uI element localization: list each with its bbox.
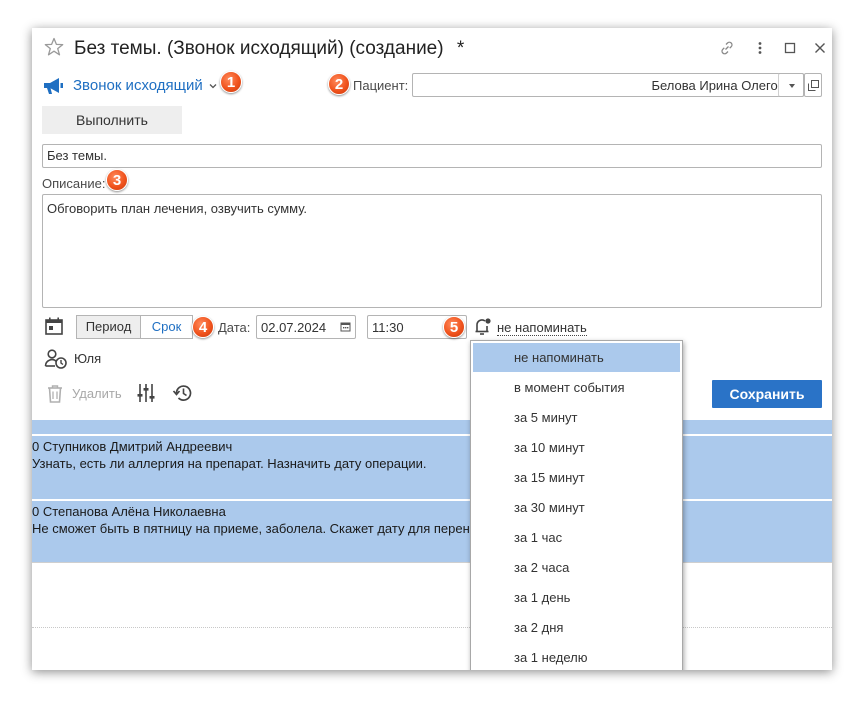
settings-sliders-icon[interactable]	[136, 383, 156, 403]
reminder-bell-icon[interactable]	[473, 316, 493, 336]
patient-dropdown-button[interactable]	[778, 73, 804, 97]
open-window-icon	[808, 80, 819, 91]
time-value: 11:30	[372, 320, 404, 335]
patient-open-button[interactable]	[804, 73, 822, 97]
maximize-icon[interactable]	[782, 40, 798, 56]
call-type-label: Звонок исходящий	[73, 77, 203, 94]
description-value: Обговорить план лечения, озвучить сумму.	[47, 201, 308, 216]
save-button[interactable]: Сохранить	[712, 380, 822, 408]
more-menu-icon[interactable]	[752, 40, 768, 56]
reminder-option[interactable]: за 1 неделю	[473, 643, 680, 670]
delete-button[interactable]: Удалить	[72, 386, 122, 401]
list-row-edge	[32, 420, 832, 434]
callout-badge-1: 1	[220, 71, 242, 93]
callout-badge-5: 5	[443, 316, 465, 338]
description-textarea[interactable]: Обговорить план лечения, озвучить сумму.	[42, 194, 822, 308]
reminder-option[interactable]: за 30 минут	[473, 493, 680, 522]
reminder-option[interactable]: за 1 час	[473, 523, 680, 552]
reminder-option[interactable]: за 2 часа	[473, 553, 680, 582]
deadline-button[interactable]: Срок	[141, 315, 193, 339]
reminder-option[interactable]: за 15 минут	[473, 463, 680, 492]
subject-input[interactable]: Без темы.	[42, 144, 822, 168]
responsible-user[interactable]: Юля	[74, 351, 101, 366]
callout-badge-4: 4	[192, 316, 214, 338]
chevron-down-icon[interactable]	[208, 81, 218, 91]
date-value: 02.07.2024	[261, 320, 327, 335]
patient-value: Белова Ирина Олеговна	[651, 78, 799, 93]
date-picker-icon[interactable]	[340, 321, 351, 332]
reminder-option[interactable]: за 5 минут	[473, 403, 680, 432]
callout-badge-2: 2	[328, 73, 350, 95]
modified-mark: *	[456, 38, 465, 59]
patient-label: Пациент:	[353, 78, 409, 93]
favorite-star-icon[interactable]	[44, 37, 64, 57]
list-item-text: Узнать, есть ли аллергия на препарат. На…	[32, 456, 427, 471]
list-item[interactable]: 0 Ступников Дмитрий Андреевич Узнать, ес…	[32, 436, 832, 499]
row-divider	[32, 562, 832, 563]
list-item-text: Не сможет быть в пятницу на приеме, забо…	[32, 521, 484, 536]
window-title: Без темы. (Звонок исходящий) (создание) …	[74, 38, 464, 60]
callout-badge-3: 3	[106, 169, 128, 191]
reminder-option[interactable]: за 10 минут	[473, 433, 680, 462]
row-divider	[32, 627, 832, 628]
subject-value: Без темы.	[47, 148, 107, 163]
date-label: Дата:	[218, 320, 251, 335]
list-item-title: 0 Степанова Алёна Николаевна	[32, 504, 226, 519]
patient-field[interactable]: Белова Ирина Олеговна	[412, 73, 804, 97]
reminder-option[interactable]: в момент события	[473, 373, 680, 402]
history-icon[interactable]	[172, 383, 194, 403]
related-list: 0 Ступников Дмитрий Андреевич Узнать, ес…	[32, 420, 832, 670]
link-icon[interactable]	[719, 40, 735, 56]
call-type-selector[interactable]: Звонок исходящий	[73, 77, 203, 94]
reminder-selector[interactable]: не напоминать	[497, 320, 587, 336]
reminder-dropdown: не напоминать в момент события за 5 мину…	[470, 340, 683, 670]
reminder-option[interactable]: не напоминать	[473, 343, 680, 372]
calendar-icon[interactable]	[44, 316, 64, 336]
list-item[interactable]: 0 Степанова Алёна Николаевна Не сможет б…	[32, 501, 832, 562]
user-clock-icon[interactable]	[44, 348, 68, 370]
reminder-option[interactable]: за 2 дня	[473, 613, 680, 642]
window-title-text: Без темы. (Звонок исходящий) (создание)	[74, 38, 444, 59]
reminder-value: не напоминать	[497, 320, 587, 335]
reminder-option[interactable]: за 1 день	[473, 583, 680, 612]
execute-button[interactable]: Выполнить	[42, 106, 182, 134]
list-item-title: 0 Ступников Дмитрий Андреевич	[32, 439, 233, 454]
trash-icon[interactable]	[46, 384, 64, 404]
triangle-down-icon	[789, 84, 795, 88]
close-icon[interactable]	[812, 40, 828, 56]
task-window: Без темы. (Звонок исходящий) (создание) …	[32, 28, 832, 670]
megaphone-icon	[44, 78, 63, 94]
period-button[interactable]: Период	[76, 315, 141, 339]
description-label: Описание:	[42, 176, 106, 191]
